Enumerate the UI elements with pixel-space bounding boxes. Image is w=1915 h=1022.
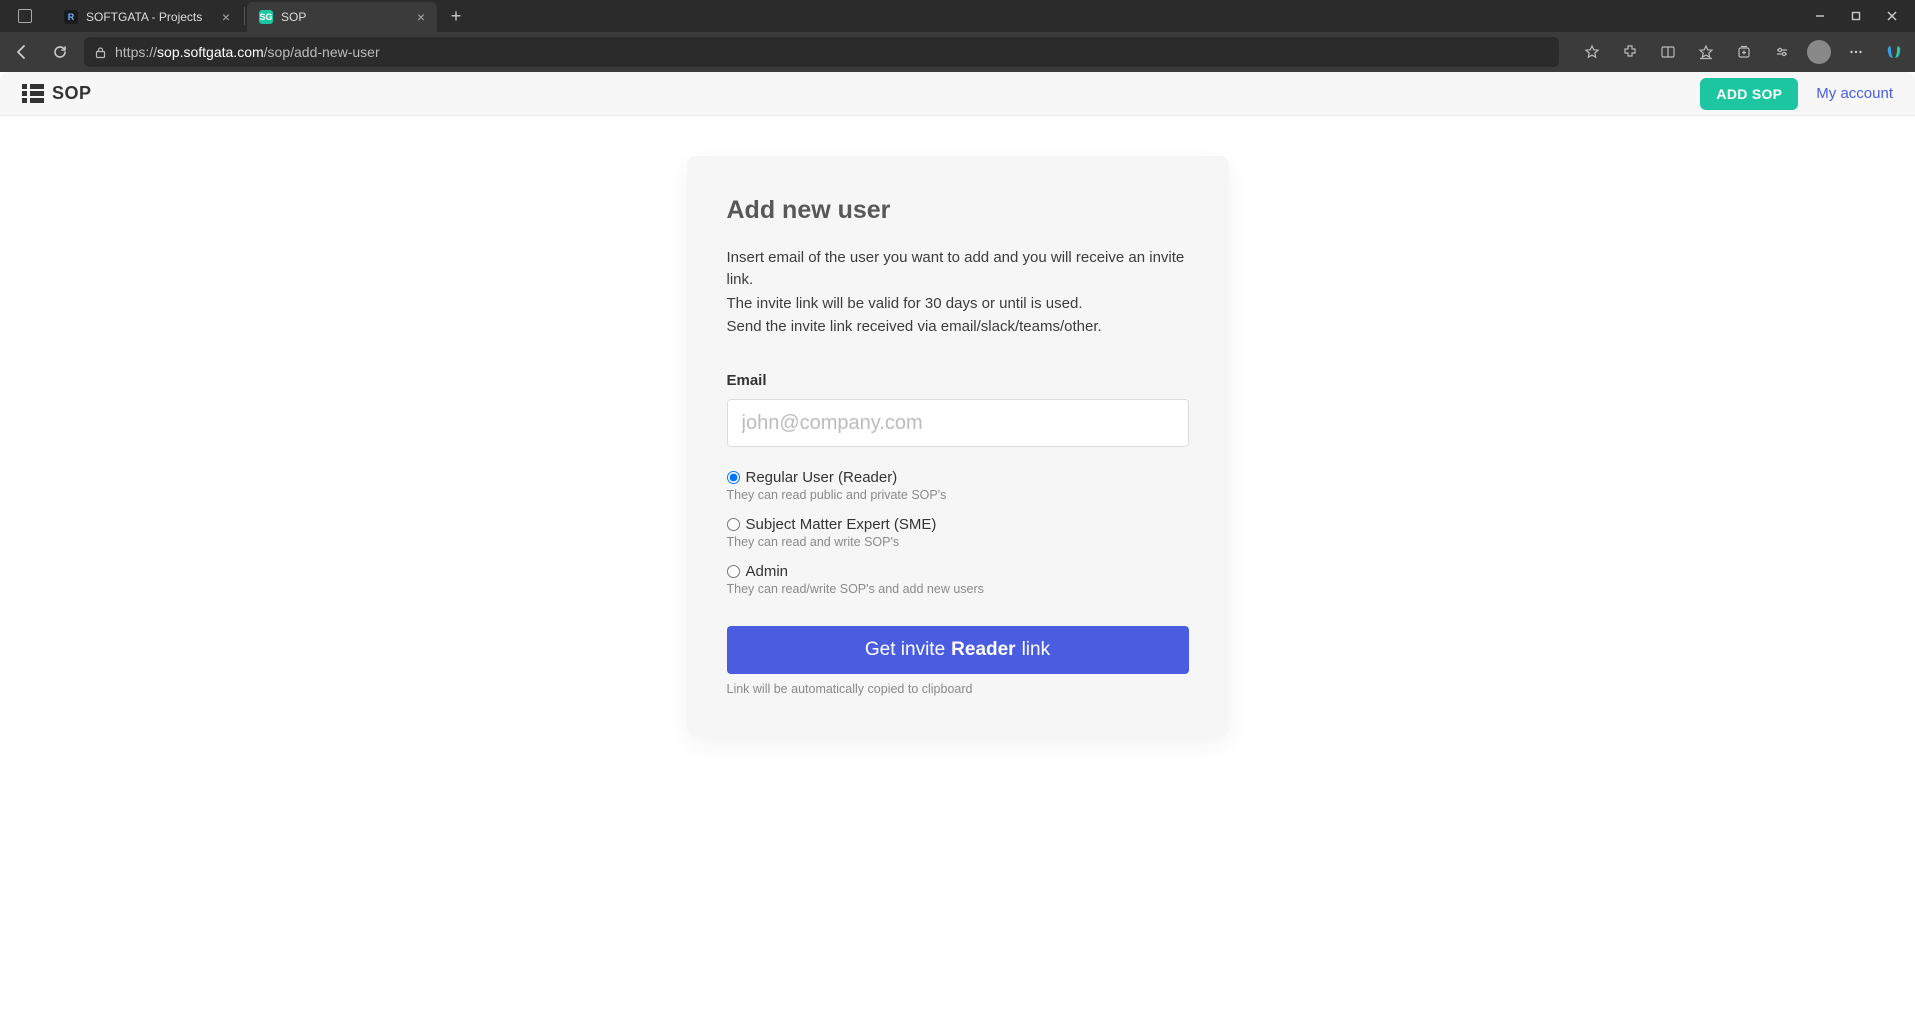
address-bar[interactable]: https://sop.softgata.com/sop/add-new-use… <box>84 37 1559 67</box>
list-icon <box>22 84 42 104</box>
page-content: SOP ADD SOP My account Add new user Inse… <box>0 72 1915 1022</box>
lock-icon <box>94 46 107 59</box>
favorites-list-icon[interactable] <box>1693 39 1719 65</box>
browser-tab[interactable]: R SOFTGATA - Projects × <box>52 2 242 32</box>
role-hint: They can read public and private SOP's <box>727 488 1189 502</box>
browser-tools-icon[interactable] <box>1769 39 1795 65</box>
browser-chrome: RSOFTGATA - Projects×SGSOP× + http <box>0 0 1915 72</box>
card-desc-1: Insert email of the user you want to add… <box>727 247 1189 291</box>
tab-actions-icon[interactable] <box>12 3 38 29</box>
split-screen-icon[interactable] <box>1655 39 1681 65</box>
browser-tab[interactable]: SG SOP × <box>247 2 437 32</box>
app-header: SOP ADD SOP My account <box>0 72 1915 116</box>
role-radio[interactable] <box>727 471 740 484</box>
role-option: Admin They can read/write SOP's and add n… <box>727 563 1189 596</box>
role-radio[interactable] <box>727 518 740 531</box>
brand-text: SOP <box>52 83 92 104</box>
role-hint: They can read and write SOP's <box>727 535 1189 549</box>
card-desc-2: The invite link will be valid for 30 day… <box>727 293 1189 315</box>
maximize-button[interactable] <box>1839 2 1873 30</box>
email-field[interactable] <box>727 399 1189 447</box>
browser-toolbar: https://sop.softgata.com/sop/add-new-use… <box>0 32 1915 72</box>
card-title: Add new user <box>727 196 1189 225</box>
url-text: https://sop.softgata.com/sop/add-new-use… <box>115 44 380 60</box>
email-label: Email <box>727 372 1189 389</box>
more-icon[interactable] <box>1843 39 1869 65</box>
window-controls <box>1803 2 1909 30</box>
close-tab-icon[interactable]: × <box>222 9 230 25</box>
tab-favicon: R <box>64 10 78 24</box>
tab-favicon: SG <box>259 10 273 24</box>
new-tab-button[interactable]: + <box>443 3 469 29</box>
role-option: Regular User (Reader) They can read publi… <box>727 469 1189 502</box>
get-invite-link-button[interactable]: Get invite Reader link <box>727 626 1189 674</box>
clipboard-hint: Link will be automatically copied to cli… <box>727 682 1189 696</box>
add-sop-button[interactable]: ADD SOP <box>1700 78 1798 110</box>
collections-icon[interactable] <box>1731 39 1757 65</box>
refresh-button[interactable] <box>46 38 74 66</box>
roles-group: Regular User (Reader) They can read publi… <box>727 469 1189 596</box>
my-account-link[interactable]: My account <box>1816 85 1893 102</box>
extension-icon[interactable] <box>1617 39 1643 65</box>
role-label-text: Subject Matter Expert (SME) <box>746 516 937 533</box>
profile-avatar[interactable] <box>1807 40 1831 64</box>
browser-titlebar: R SOFTGATA - Projects × SG SOP × + <box>0 0 1915 32</box>
brand[interactable]: SOP <box>22 83 92 104</box>
role-hint: They can read/write SOP's and add new us… <box>727 582 1189 596</box>
role-label[interactable]: Subject Matter Expert (SME) <box>727 516 1189 533</box>
minimize-button[interactable] <box>1803 2 1837 30</box>
copilot-icon[interactable] <box>1881 39 1907 65</box>
role-label-text: Admin <box>746 563 789 580</box>
tab-title: SOFTGATA - Projects <box>86 10 214 24</box>
close-window-button[interactable] <box>1875 2 1909 30</box>
card-desc-3: Send the invite link received via email/… <box>727 316 1189 338</box>
tabs: R SOFTGATA - Projects × SG SOP × <box>52 0 437 32</box>
role-radio[interactable] <box>727 565 740 578</box>
close-tab-icon[interactable]: × <box>417 9 425 25</box>
role-option: Subject Matter Expert (SME) They can read… <box>727 516 1189 549</box>
role-label[interactable]: Regular User (Reader) <box>727 469 1189 486</box>
role-label-text: Regular User (Reader) <box>746 469 898 486</box>
back-button[interactable] <box>8 38 36 66</box>
favorite-icon[interactable] <box>1579 39 1605 65</box>
role-label[interactable]: Admin <box>727 563 1189 580</box>
tab-title: SOP <box>281 10 409 24</box>
add-user-card: Add new user Insert email of the user yo… <box>687 156 1229 736</box>
